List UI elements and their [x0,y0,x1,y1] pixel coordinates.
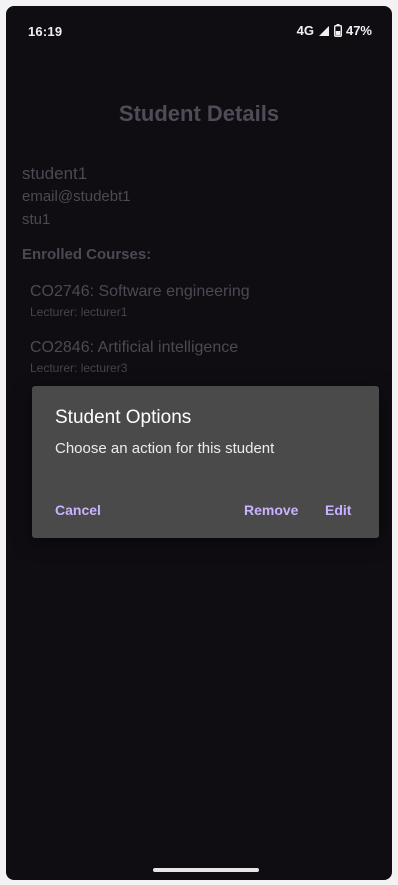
status-indicators: 4G 47% [297,23,372,38]
screen: 16:19 4G 47% Student Details student1 em… [6,6,392,880]
remove-button[interactable]: Remove [244,502,298,518]
edit-button[interactable]: Edit [325,502,351,518]
course-lecturer: Lecturer: lecturer3 [30,361,128,375]
course-title: CO2846: Artificial intelligence [30,339,239,356]
student-details: student1 email@studebt1 stu1 [22,162,376,231]
status-bar: 16:19 4G 47% [6,6,392,46]
cancel-button[interactable]: Cancel [55,502,101,518]
student-options-dialog: Student Options Choose an action for thi… [32,386,379,538]
course-item[interactable]: CO2746: Software engineering Lecturer: l… [30,282,376,338]
dialog-message: Choose an action for this student [55,440,275,457]
battery-icon [333,24,342,37]
page-title: Student Details [118,101,280,126]
student-name: student1 [22,164,88,183]
course-title: CO2746: Software engineering [30,283,250,300]
phone-frame: 16:19 4G 47% Student Details student1 em… [0,0,398,885]
status-time: 16:19 [28,24,63,39]
course-list: CO2746: Software engineering Lecturer: l… [30,282,376,394]
student-username: stu1 [22,211,51,228]
dialog-title: Student Options [55,407,192,428]
battery-percent: 47% [345,23,372,38]
course-lecturer: Lecturer: lecturer1 [30,305,128,319]
enrolled-courses-label: Enrolled Courses: [22,246,152,263]
student-email: email@studebt1 [22,188,131,205]
signal-icon [318,25,330,37]
home-indicator[interactable] [153,868,259,872]
network-type: 4G [296,23,314,38]
